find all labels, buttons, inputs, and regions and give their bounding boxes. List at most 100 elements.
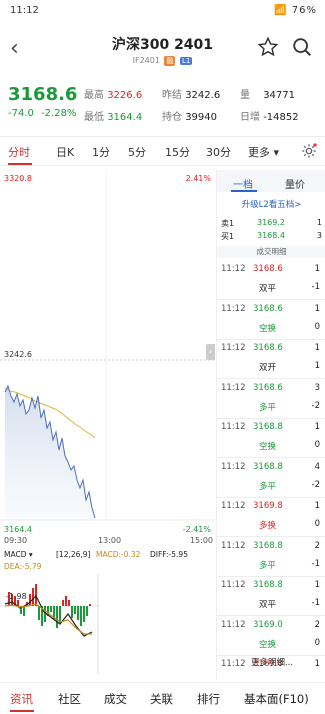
quote-low: 最低 3164.4: [84, 108, 142, 123]
quote-high: 最高 3226.6: [84, 86, 142, 101]
macd-params: [12,26,9]: [56, 550, 91, 559]
quote-label: 量: [240, 90, 250, 101]
tab-more[interactable]: 更多 ▾: [248, 144, 279, 160]
active-tab-indicator: [8, 163, 32, 165]
ask-row: 卖1 3169.2 1: [221, 218, 322, 230]
quote-daily-oi-change: 日增 -14852: [240, 108, 299, 123]
change-value: -74.0: [8, 108, 34, 119]
tab-daily-k[interactable]: 日K: [56, 144, 74, 160]
trade-oi-change: -1: [311, 558, 320, 569]
quote-label: 最高: [84, 90, 104, 101]
trade-price: 3168.8: [253, 540, 283, 551]
price-change: -74.0 -2.28%: [8, 108, 76, 119]
chart-mid-price: 3242.6: [4, 350, 32, 359]
nav-fundamentals[interactable]: 基本面(F10): [244, 691, 309, 707]
intraday-chart[interactable]: 3320.8 2.41% 3242.6 3164.4 -2.41% 09:30 …: [0, 170, 215, 550]
trade-row: 11:12 3169.8 1 多换 0: [217, 497, 325, 537]
nav-related[interactable]: 关联: [150, 691, 173, 707]
chart-low-pct: -2.41%: [182, 525, 211, 534]
trade-time: 11:12: [221, 264, 246, 274]
settings-gear-icon[interactable]: [301, 143, 317, 159]
status-icons: 📶 76%: [274, 5, 317, 16]
tab-timeshare[interactable]: 分时: [8, 144, 30, 160]
trade-time: 11:12: [221, 382, 246, 393]
quote-value: 3164.4: [107, 112, 143, 123]
panel-collapse-handle[interactable]: ›: [206, 344, 215, 360]
last-price: 3168.6: [8, 84, 78, 105]
level1-underline: [231, 190, 257, 192]
trade-price: 3168.6: [253, 264, 283, 274]
nav-community[interactable]: 社区: [58, 691, 81, 707]
trade-oi-change: -1: [311, 598, 320, 608]
trade-row: 11:12 3168.6 3 多平 -2: [217, 379, 325, 419]
trade-time: 11:12: [221, 303, 246, 314]
trade-volume: 2: [314, 540, 320, 551]
trade-time: 11:12: [221, 580, 246, 590]
level-tag: L1: [180, 57, 193, 65]
trade-volume: 1: [314, 303, 320, 314]
diff-value: DIFF:-5.95: [150, 550, 188, 559]
trade-time: 11:12: [221, 619, 246, 630]
trade-row: 11:12 3168.6 1 空换 0: [217, 300, 325, 340]
tab-1min[interactable]: 1分: [92, 144, 110, 160]
more-trades-button[interactable]: 更多明细...: [237, 656, 307, 668]
status-time: 11:12: [10, 5, 39, 16]
trade-oi-change: -2: [311, 479, 320, 490]
trade-type: 多平: [259, 402, 277, 413]
tab-30min[interactable]: 30分: [206, 144, 231, 160]
chart-top-price: 3320.8: [4, 174, 32, 183]
nav-trades[interactable]: 成交: [104, 691, 127, 707]
trade-volume: 3: [314, 382, 320, 393]
trade-type: 多平: [259, 560, 277, 571]
trade-volume: 2: [314, 619, 320, 630]
upgrade-l2-link[interactable]: 升级L2看五档>: [217, 198, 325, 210]
quote-volume: 量 34771: [240, 86, 295, 101]
bottom-nav: 资讯 社区 成交 关联 排行 基本面(F10): [0, 682, 325, 714]
quote-label: 最低: [84, 112, 104, 123]
trade-price: 3169.0: [253, 619, 283, 630]
trades-title: 成交明细: [217, 246, 325, 258]
tab-volume-price[interactable]: 量价: [285, 176, 305, 191]
trade-type: 双平: [259, 284, 277, 294]
trade-row: 11:12 3168.8 4 多平 -2: [217, 458, 325, 498]
trade-oi-change: 0: [314, 637, 320, 648]
trade-row: 11:12 3168.6 1 双开 1: [217, 339, 325, 379]
tab-level1[interactable]: 一档: [233, 176, 253, 191]
trade-type: 双开: [259, 363, 277, 373]
quote-label: 持仓: [162, 112, 182, 123]
dea-value: DEA:-5.79: [4, 562, 42, 571]
trade-type: 空换: [259, 323, 277, 334]
trade-type: 空换: [259, 442, 277, 452]
trade-row: 11:12 3169.0 2 空换 0: [217, 616, 325, 656]
status-bar: 11:12 📶 76%: [0, 0, 325, 22]
trade-time: 11:12: [221, 540, 246, 551]
quote-value: 34771: [263, 90, 295, 101]
trade-price: 3168.6: [253, 343, 283, 353]
time-mid: 13:00: [98, 536, 122, 545]
contract-code: IF2401: [132, 56, 160, 65]
nav-news[interactable]: 资讯: [10, 691, 33, 707]
period-tabs: 分时 日K 1分 5分 15分 30分 更多 ▾: [0, 136, 325, 166]
trade-time: 11:12: [221, 422, 246, 432]
trade-oi-change: 1: [314, 361, 320, 371]
macd-indicator-select[interactable]: MACD ▾: [4, 550, 33, 559]
trade-oi-change: -2: [311, 400, 320, 411]
macd-header: MACD ▾ [12,26,9] MACD:-0.32 DIFF:-5.95: [0, 548, 215, 562]
nav-ranking[interactable]: 排行: [197, 691, 220, 707]
tab-5min[interactable]: 5分: [128, 144, 146, 160]
tab-15min[interactable]: 15分: [165, 144, 190, 160]
price-area: [5, 386, 95, 520]
signal-icon: 📶: [274, 5, 288, 16]
order-book-panel: 一档 量价 升级L2看五档> 卖1 3169.2 1 买1 3168.4 3 成…: [216, 170, 325, 695]
trade-time: 11:12: [221, 461, 246, 472]
trade-row: 11:12 3168.8 2 多平 -1: [217, 537, 325, 577]
trade-price: 3168.6: [253, 382, 283, 393]
trade-volume: 1: [314, 422, 320, 432]
battery-level: 76%: [291, 5, 317, 16]
trade-row: 11:12 3168.8 1 双平 -1: [217, 576, 325, 616]
trade-type: 多平: [259, 481, 277, 492]
search-icon[interactable]: [291, 36, 313, 58]
favorite-star-icon[interactable]: [257, 36, 279, 58]
trade-volume: 1: [314, 264, 320, 274]
trade-price: 3168.8: [253, 580, 283, 590]
